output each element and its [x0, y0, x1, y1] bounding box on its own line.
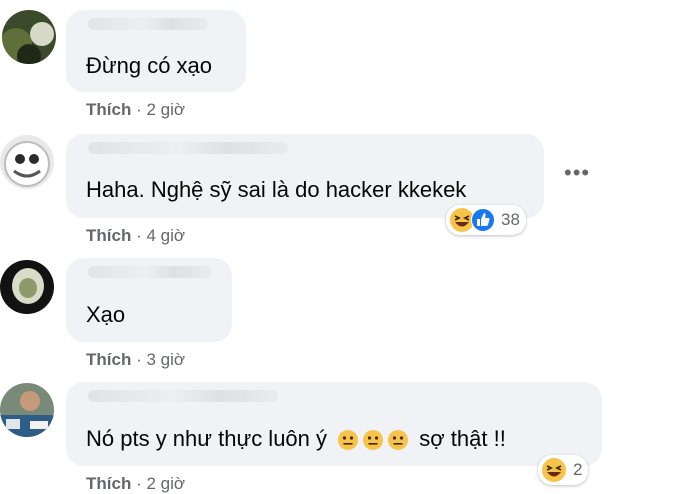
comment-meta: Thích · 3 giờ — [86, 350, 185, 370]
comment-bubble: Nó pts y như thực luôn ý sợ thật !! — [66, 382, 602, 466]
author-name-redacted[interactable] — [88, 18, 208, 30]
avatar[interactable] — [0, 260, 54, 314]
comment-text-part: sợ thật !! — [419, 426, 506, 451]
haha-icon — [542, 458, 566, 482]
neutral-face-icon — [388, 430, 409, 451]
like-link[interactable]: Thích — [86, 474, 131, 493]
comment-bubble: Xạo — [66, 258, 232, 342]
like-link[interactable]: Thích — [86, 350, 131, 369]
separator: · — [136, 350, 142, 369]
reaction-count: 38 — [501, 210, 520, 229]
avatar[interactable] — [0, 383, 54, 437]
separator: · — [136, 100, 142, 119]
author-name-redacted[interactable] — [88, 142, 288, 154]
author-name-redacted[interactable] — [88, 390, 278, 402]
separator: · — [136, 474, 142, 493]
neutral-face-icon — [363, 430, 384, 451]
comment-text: Nó pts y như thực luôn ý sợ thật !! — [86, 426, 506, 452]
comment-text: Xạo — [86, 302, 126, 327]
more-options-icon[interactable]: ••• — [564, 160, 590, 186]
author-name-redacted[interactable] — [88, 266, 212, 278]
timestamp[interactable]: 4 giờ — [146, 226, 185, 245]
like-icon — [471, 208, 495, 232]
like-link[interactable]: Thích — [86, 100, 131, 119]
timestamp[interactable]: 3 giờ — [146, 350, 185, 369]
separator: · — [136, 226, 142, 245]
comment-text: Đừng có xạo — [86, 53, 213, 78]
comment-text: Haha. Nghệ sỹ sai là do hacker kkekek — [86, 177, 467, 202]
neutral-face-icon — [338, 430, 359, 451]
timestamp[interactable]: 2 giờ — [146, 474, 185, 493]
avatar[interactable] — [2, 10, 56, 64]
avatar[interactable] — [0, 135, 54, 189]
comment-bubble: Đừng có xạo — [66, 10, 246, 92]
reaction-count: 2 — [573, 460, 583, 479]
like-link[interactable]: Thích — [86, 226, 131, 245]
comment-text-part: Nó pts y như thực luôn ý — [86, 426, 328, 451]
reaction-summary[interactable]: 38 — [446, 205, 526, 235]
timestamp[interactable]: 2 giờ — [146, 100, 185, 119]
reaction-summary[interactable]: 2 — [538, 455, 589, 485]
comment-meta: Thích · 2 giờ — [86, 474, 185, 494]
comment-meta: Thích · 4 giờ — [86, 226, 185, 246]
comment-meta: Thích · 2 giờ — [86, 100, 185, 120]
